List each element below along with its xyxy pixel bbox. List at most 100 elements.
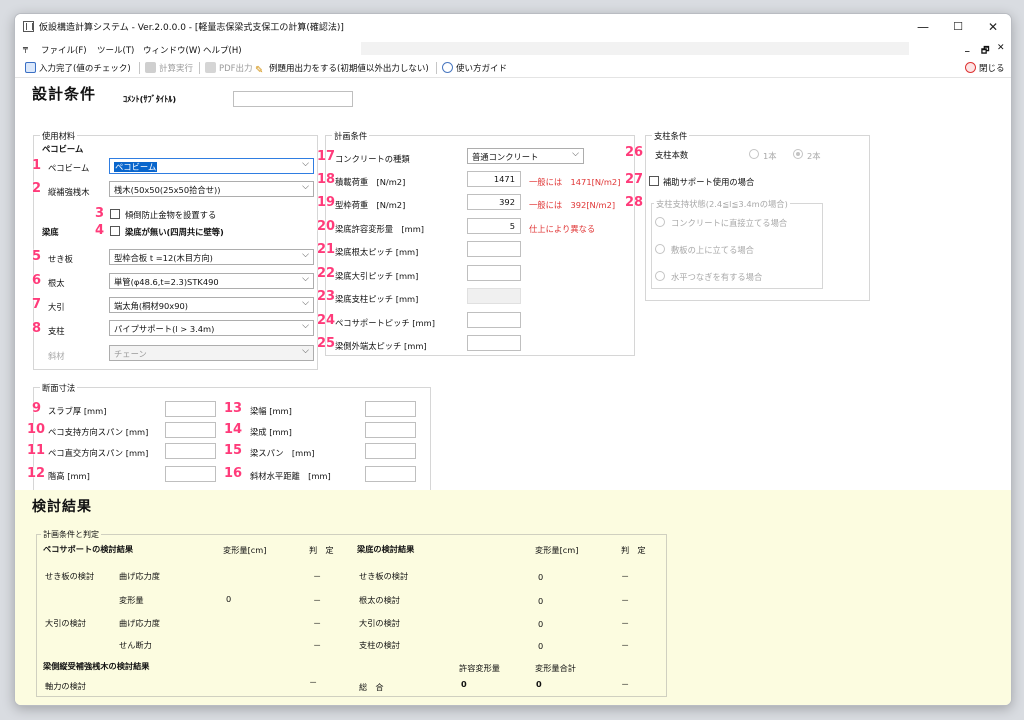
input-done-button[interactable]: 入力完了(値のチェック) xyxy=(25,62,131,74)
right-row-a: 根太の検討 xyxy=(359,595,400,605)
state-2-label: 敷板の上に立てる場合 xyxy=(671,245,754,255)
rein-select[interactable]: 桟木(50x50(25x50拾合せ)) xyxy=(109,181,314,197)
horiz-input[interactable] xyxy=(365,466,416,482)
support-state-title: 支柱支持状態(2.4≦l≦3.4mの場合) xyxy=(654,198,790,210)
menu-tools[interactable]: ツール(T) xyxy=(97,44,134,56)
shichu-pitch-input[interactable] xyxy=(467,288,521,304)
shazai-select[interactable]: チェーン xyxy=(109,345,314,361)
toolbar-separator xyxy=(199,62,200,74)
side-pitch-input[interactable] xyxy=(467,335,521,351)
mdi-close-button[interactable]: ✕ xyxy=(997,43,1005,53)
support-count-label: 支柱本数 xyxy=(655,150,689,160)
result-title: 検討結果 xyxy=(32,499,92,515)
width-input[interactable] xyxy=(365,401,416,417)
calc-button[interactable]: 計算実行 xyxy=(145,62,193,74)
example-output-button[interactable]: ✎ 例題用出力をする(初期値以外出力しない) xyxy=(255,62,429,76)
menu-bar: ╤ ファイル(F) ツール(T) ウィンドウ(W) ヘルプ(H) _ 🗗 ✕ xyxy=(15,40,1011,58)
toolbar-separator xyxy=(139,62,140,74)
shichu-label: 支柱 xyxy=(48,326,65,336)
state-3-radio[interactable] xyxy=(655,271,665,281)
menu-path-area xyxy=(361,42,909,55)
neda-select[interactable]: 単管(φ48.6,t=2.3)STK490 xyxy=(109,273,314,289)
right-row-c: 0 xyxy=(538,572,544,582)
marker-28: 28 xyxy=(625,195,644,210)
total-judge: － xyxy=(621,679,630,689)
peco-pitch-label: ペコサポートピッチ [mm] xyxy=(335,318,435,328)
close-button[interactable]: ✕ xyxy=(975,17,1011,37)
state-2-radio[interactable] xyxy=(655,244,665,254)
total-head: 変形量合計 xyxy=(535,663,576,673)
mdi-app-icon[interactable]: ╤ xyxy=(23,43,35,54)
marker-4: 4 xyxy=(95,223,105,238)
support-count-2-radio[interactable] xyxy=(793,149,803,159)
form-load-input[interactable]: 392 xyxy=(467,194,521,210)
support-count-1-label: 1本 xyxy=(763,151,777,161)
comment-input[interactable] xyxy=(233,91,353,107)
beam-select[interactable]: ペコビーム xyxy=(109,158,314,174)
seki-select[interactable]: 型枠合板 t =12(木目方向) xyxy=(109,249,314,265)
depth-input[interactable] xyxy=(365,422,416,438)
depth-label: 梁成 [mm] xyxy=(250,427,292,437)
shichu-select[interactable]: パイプサポート(l > 3.4m) xyxy=(109,320,314,336)
help-icon xyxy=(442,62,453,73)
left-row-c: 0 xyxy=(226,594,232,604)
neda-pitch-label: 梁底根太ピッチ [mm] xyxy=(335,247,419,257)
concrete-label: コンクリートの種類 xyxy=(335,154,410,164)
neda-label: 根太 xyxy=(48,278,65,288)
span2-input[interactable] xyxy=(165,443,216,459)
aux-support-label: 補助サポート使用の場合 xyxy=(663,177,755,187)
state-1-label: コンクリートに直接立てる場合 xyxy=(671,218,788,228)
span1-input[interactable] xyxy=(165,422,216,438)
maximize-button[interactable]: ☐ xyxy=(940,17,976,37)
aux-support-checkbox[interactable] xyxy=(649,176,659,186)
mdi-minimize-button[interactable]: _ xyxy=(965,43,970,53)
close-form-button[interactable]: 閉じる xyxy=(965,62,1005,74)
marker-10: 10 xyxy=(27,422,46,437)
col-judge-right: 判 定 xyxy=(621,545,646,555)
minimize-button[interactable]: — xyxy=(905,17,941,37)
left-row-a: せき板の検討 xyxy=(45,571,95,581)
left-head: ペコサポートの検討結果 xyxy=(43,544,134,554)
left-row-d: － xyxy=(313,640,322,650)
col-defl-right: 変形量[cm] xyxy=(535,545,579,555)
mdi-restore-button[interactable]: 🗗 xyxy=(981,43,989,59)
defl-input[interactable]: 5 xyxy=(467,218,521,234)
form-load-label: 型枠荷重 [N/m2] xyxy=(335,200,406,210)
slab-input[interactable] xyxy=(165,401,216,417)
peco-pitch-input[interactable] xyxy=(467,312,521,328)
concrete-select[interactable]: 普通コンクリート xyxy=(467,148,584,164)
pdf-button[interactable]: PDF出力 xyxy=(205,62,253,74)
right-row-d: － xyxy=(621,595,630,605)
marker-2: 2 xyxy=(32,181,42,196)
marker-15: 15 xyxy=(224,443,243,458)
load-input[interactable]: 1471 xyxy=(467,171,521,187)
pdf-icon xyxy=(205,62,216,73)
menu-window[interactable]: ウィンドウ(W) xyxy=(143,44,201,56)
neda-pitch-input[interactable] xyxy=(467,241,521,257)
nofloor-checkbox[interactable] xyxy=(110,226,120,236)
state-1-radio[interactable] xyxy=(655,217,665,227)
section-group-title: 断面寸法 xyxy=(40,382,78,394)
right-row-a: 大引の検討 xyxy=(359,618,400,628)
guide-button[interactable]: 使い方ガイド xyxy=(442,62,507,74)
horiz-label: 斜材水平距離 [mm] xyxy=(250,471,331,481)
marker-17: 17 xyxy=(317,149,336,164)
obiki-pitch-input[interactable] xyxy=(467,265,521,281)
right-row-a: せき板の検討 xyxy=(359,571,409,581)
span2-label: ペコ直交方向スパン [mm] xyxy=(48,448,149,458)
tilt-checkbox[interactable] xyxy=(110,209,120,219)
right-row-c: 0 xyxy=(538,641,544,651)
obiki-select[interactable]: 端太角(桐材90x90) xyxy=(109,297,314,313)
menu-file[interactable]: ファイル(F) xyxy=(41,44,87,56)
toolbar: 入力完了(値のチェック) 計算実行 PDF出力 ✎ 例題用出力をする(初期値以外出… xyxy=(15,58,1011,78)
slab-label: スラブ厚 [mm] xyxy=(48,406,107,416)
bottom-label: 梁底 xyxy=(42,227,59,237)
menu-help[interactable]: ヘルプ(H) xyxy=(203,44,242,56)
support-count-1-radio[interactable] xyxy=(749,149,759,159)
support-count-2-label: 2本 xyxy=(807,151,821,161)
bspan-input[interactable] xyxy=(365,443,416,459)
page-title: 設計条件 xyxy=(32,85,97,103)
beam-label: ペコビーム xyxy=(48,163,90,173)
height-input[interactable] xyxy=(165,466,216,482)
app-icon xyxy=(23,21,34,32)
